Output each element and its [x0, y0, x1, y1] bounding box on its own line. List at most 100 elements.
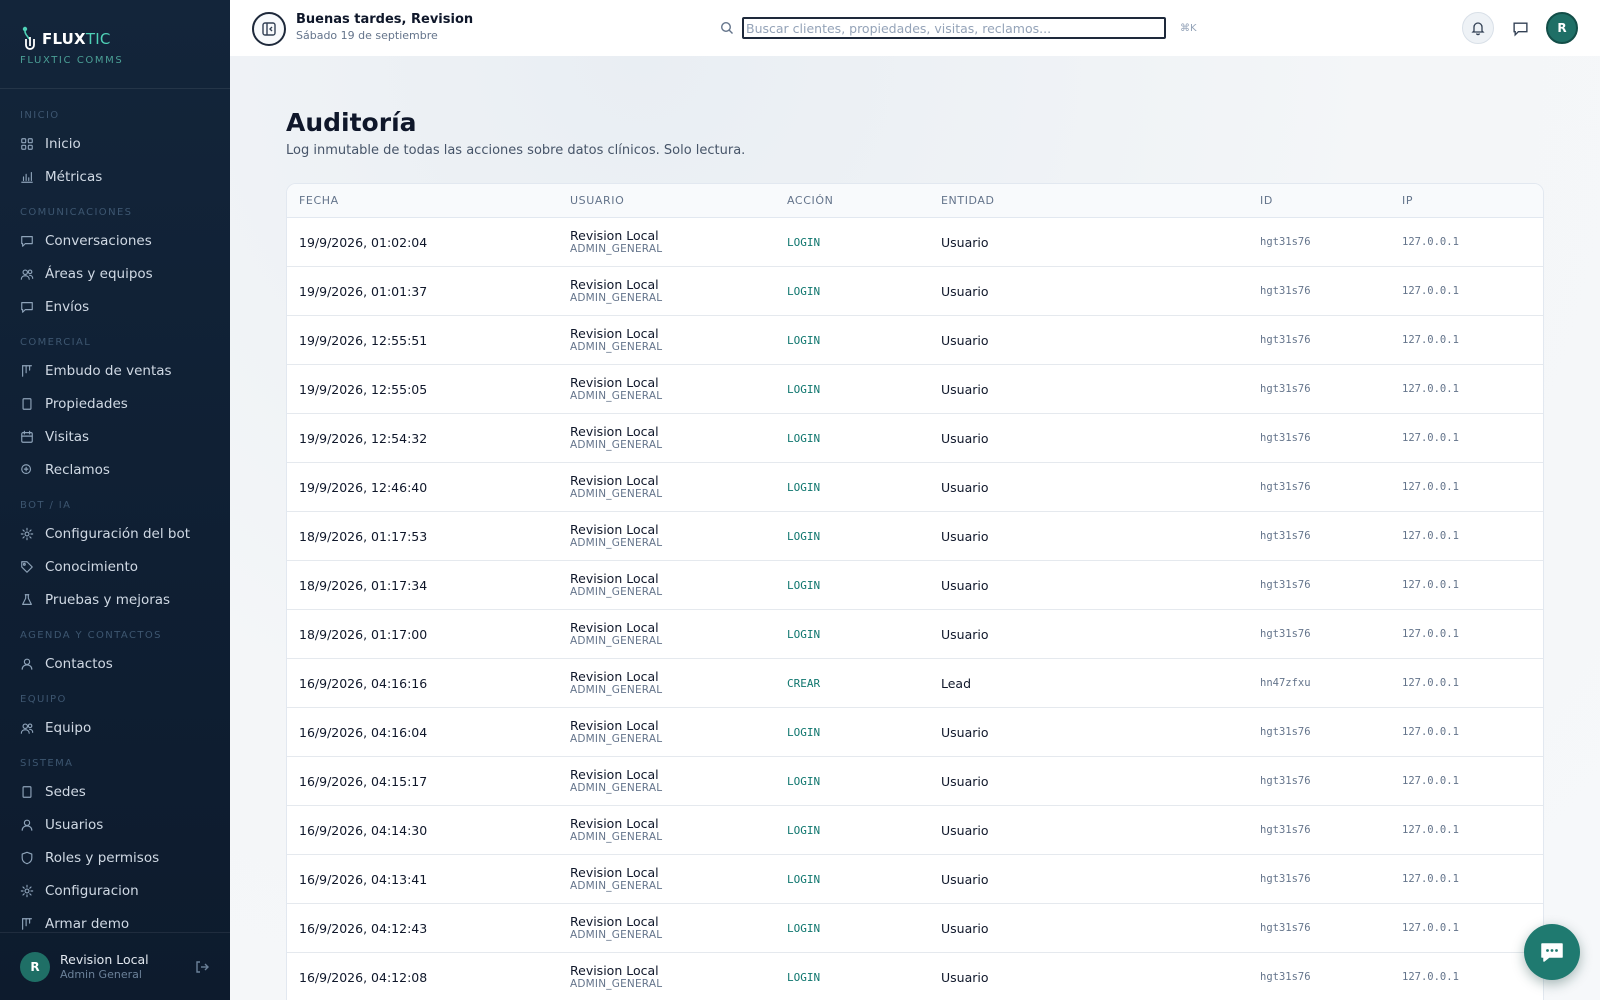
user-role: ADMIN_GENERAL	[570, 977, 663, 990]
cell-date: 16/9/2026, 04:12:43	[299, 920, 428, 936]
sidebar-item-label: Conversaciones	[45, 232, 152, 249]
table-row[interactable]: 19/9/2026, 01:02:04 Revision Local ADMIN_G…	[287, 218, 1543, 267]
cell-id: hgt31s76	[1260, 628, 1311, 640]
table-row[interactable]: 18/9/2026, 01:17:00 Revision Local ADMIN_G…	[287, 610, 1543, 659]
cell-entity: Usuario	[941, 479, 989, 495]
cell-id: hgt31s76	[1260, 432, 1311, 444]
messages-button[interactable]	[1504, 12, 1536, 44]
cell-user: Revision Local ADMIN_GENERAL	[570, 904, 662, 952]
page-subtitle: Log inmutable de todas las acciones sobr…	[286, 143, 746, 158]
cell-action: LOGIN	[787, 627, 821, 641]
cell-ip: 127.0.0.1	[1402, 677, 1459, 689]
cell-ip: 127.0.0.1	[1402, 726, 1459, 738]
cell-id: hgt31s76	[1260, 824, 1311, 836]
user-name: Revision Local	[570, 423, 659, 439]
building-icon	[22, 397, 32, 410]
sidebar-item-reclamos[interactable]: Reclamos	[0, 453, 230, 486]
cell-user: Revision Local ADMIN_GENERAL	[570, 855, 662, 903]
bar-chart-icon	[21, 171, 33, 183]
sidebar-item-areas-y-equipos[interactable]: Áreas y equipos	[0, 257, 230, 290]
sidebar-item-embudo-de-ventas[interactable]: Embudo de ventas	[0, 354, 230, 387]
search-icon	[21, 463, 32, 474]
user-name: Revision Local	[570, 374, 659, 390]
building-icon	[22, 785, 32, 798]
table-row[interactable]: 16/9/2026, 04:16:04 Revision Local ADMIN_G…	[287, 708, 1543, 757]
collapse-sidebar-button[interactable]	[252, 12, 286, 46]
table-row[interactable]: 19/9/2026, 12:55:51 Revision Local ADMIN_G…	[287, 316, 1543, 365]
table-body: 19/9/2026, 01:02:04 Revision Local ADMIN_G…	[287, 218, 1543, 1000]
kanban-icon	[22, 364, 32, 377]
logout-icon[interactable]	[194, 959, 210, 975]
sidebar-item-visitas[interactable]: Visitas	[0, 420, 230, 453]
user-icon	[21, 658, 33, 670]
cell-id: hgt31s76	[1260, 530, 1311, 542]
sidebar-item-pruebas-y-mejoras[interactable]: Pruebas y mejoras	[0, 583, 230, 616]
nav-section-bot-ia: BOT / IA	[20, 500, 72, 511]
sidebar-item-configuracion-del-bot[interactable]: Configuración del bot	[0, 517, 230, 550]
table-row[interactable]: 18/9/2026, 01:17:34 Revision Local ADMIN_G…	[287, 561, 1543, 610]
global-search: ⌘K	[720, 14, 1220, 42]
cell-date: 19/9/2026, 12:55:51	[299, 332, 428, 348]
tag-icon	[21, 560, 33, 573]
search-input[interactable]	[742, 17, 1166, 39]
sidebar-item-contactos[interactable]: Contactos	[0, 647, 230, 680]
cell-ip: 127.0.0.1	[1402, 383, 1459, 395]
cell-user: Revision Local ADMIN_GENERAL	[570, 708, 662, 756]
cell-ip: 127.0.0.1	[1402, 873, 1459, 885]
table-row[interactable]: 16/9/2026, 04:12:43 Revision Local ADMIN_G…	[287, 904, 1543, 953]
cell-user: Revision Local ADMIN_GENERAL	[570, 365, 662, 413]
sidebar-item-label: Contactos	[45, 655, 113, 672]
sidebar-item-inicio[interactable]: Inicio	[0, 127, 230, 160]
cell-ip: 127.0.0.1	[1402, 530, 1459, 542]
avatar[interactable]: R	[20, 951, 50, 982]
table-row[interactable]: 18/9/2026, 01:17:53 Revision Local ADMIN_G…	[287, 512, 1543, 561]
sidebar-item-usuarios[interactable]: Usuarios	[0, 808, 230, 841]
cell-entity: Usuario	[941, 871, 989, 887]
nav-section-sistema: SISTEMA	[20, 758, 74, 769]
cell-date: 16/9/2026, 04:16:16	[299, 675, 428, 691]
search-icon	[720, 21, 733, 34]
table-row[interactable]: 16/9/2026, 04:13:41 Revision Local ADMIN_G…	[287, 855, 1543, 904]
sidebar-item-configuracion[interactable]: Configuracion	[0, 874, 230, 907]
sidebar-item-equipo[interactable]: Equipo	[0, 711, 230, 744]
sidebar-item-label: Métricas	[45, 168, 103, 185]
table-row[interactable]: 19/9/2026, 12:46:40 Revision Local ADMIN_G…	[287, 463, 1543, 512]
table-row[interactable]: 19/9/2026, 12:54:32 Revision Local ADMIN_G…	[287, 414, 1543, 463]
user-role: ADMIN_GENERAL	[570, 781, 663, 794]
cell-entity: Usuario	[941, 528, 989, 544]
table-row[interactable]: 16/9/2026, 04:15:17 Revision Local ADMIN_G…	[287, 757, 1543, 806]
audit-table: FECHA USUARIO ACCIÓN ENTIDAD ID IP 19/9/…	[286, 183, 1544, 1000]
sidebar-item-propiedades[interactable]: Propiedades	[0, 387, 230, 420]
sidebar-item-conversaciones[interactable]: Conversaciones	[0, 224, 230, 257]
user-name: Revision Local	[570, 668, 659, 684]
cell-user: Revision Local ADMIN_GENERAL	[570, 316, 662, 364]
chat-support-button[interactable]	[1524, 924, 1580, 980]
table-row[interactable]: 19/9/2026, 01:01:37 Revision Local ADMIN_G…	[287, 267, 1543, 316]
cell-date: 19/9/2026, 12:54:32	[299, 430, 428, 446]
user-avatar[interactable]: R	[1546, 12, 1578, 44]
cell-id: hgt31s76	[1260, 873, 1311, 885]
table-row[interactable]: 16/9/2026, 04:12:08 Revision Local ADMIN_G…	[287, 953, 1543, 1000]
notifications-button[interactable]	[1462, 12, 1494, 44]
sidebar-item-label: Inicio	[45, 135, 81, 152]
sidebar-collapse-icon	[262, 22, 276, 36]
sidebar-item-conocimiento[interactable]: Conocimiento	[0, 550, 230, 583]
sidebar-item-envios[interactable]: Envíos	[0, 290, 230, 323]
table-row[interactable]: 16/9/2026, 04:16:16 Revision Local ADMIN_G…	[287, 659, 1543, 708]
cell-entity: Usuario	[941, 626, 989, 642]
sidebar-item-roles-y-permisos[interactable]: Roles y permisos	[0, 841, 230, 874]
table-row[interactable]: 16/9/2026, 04:14:30 Revision Local ADMIN_G…	[287, 806, 1543, 855]
sidebar-item-sedes[interactable]: Sedes	[0, 775, 230, 808]
sidebar-item-label: Usuarios	[45, 816, 104, 833]
nav-section-agenda-y-contactos: AGENDA Y CONTACTOS	[20, 630, 162, 641]
cell-entity: Usuario	[941, 430, 989, 446]
user-role: ADMIN_GENERAL	[570, 683, 663, 696]
current-date: Sábado 19 de septiembre	[296, 29, 438, 42]
sidebar-item-metricas[interactable]: Métricas	[0, 160, 230, 193]
table-row[interactable]: 19/9/2026, 12:55:05 Revision Local ADMIN_G…	[287, 365, 1543, 414]
cell-date: 18/9/2026, 01:17:34	[299, 577, 428, 593]
cell-action: LOGIN	[787, 431, 821, 445]
user-name: Revision Local	[60, 952, 149, 967]
page-title: Auditoría	[286, 108, 417, 137]
user-name: Revision Local	[570, 570, 659, 586]
